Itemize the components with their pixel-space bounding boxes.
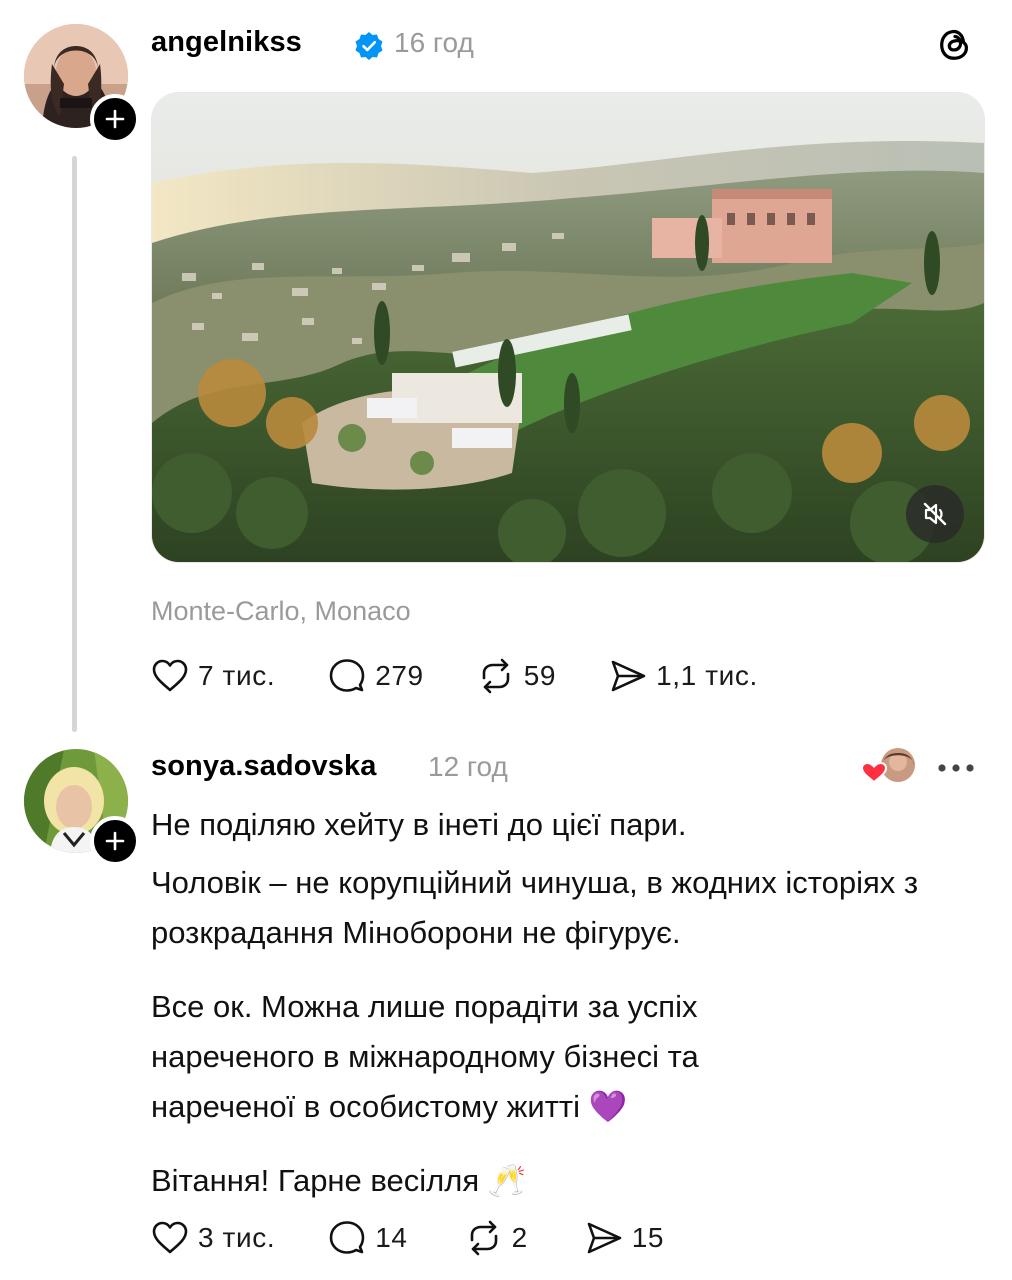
reply-button[interactable]: 14 xyxy=(327,1218,407,1258)
send-icon xyxy=(587,1222,622,1254)
liked-by-author-icon[interactable] xyxy=(860,746,918,786)
share-count: 15 xyxy=(631,1222,665,1253)
post-paragraph: Все ок. Можна лише порадіти за успіх нар… xyxy=(151,989,699,1124)
repost-button[interactable]: 2 xyxy=(464,1218,528,1258)
post-actions: 3 тис. 14 2 15 xyxy=(150,1218,664,1258)
post-paragraph: Вітання! Гарне весілля 🥂 xyxy=(151,1163,527,1198)
reply-count: 14 xyxy=(375,1222,408,1253)
reply-post: sonya.sadovska 12 год Не поділяю хейту в… xyxy=(0,0,1012,1280)
share-button[interactable]: 15 xyxy=(584,1218,664,1258)
like-button[interactable]: 3 тис. xyxy=(150,1218,275,1258)
follow-button[interactable] xyxy=(90,816,140,866)
like-count: 3 тис. xyxy=(198,1222,276,1253)
ellipsis-icon[interactable] xyxy=(936,762,976,774)
speech-bubble-icon xyxy=(329,1221,365,1254)
post-paragraph: Не поділяю хейту в інеті до цієї пари. xyxy=(151,807,687,842)
plus-icon xyxy=(105,831,125,851)
repost-arrows-icon xyxy=(470,1220,497,1256)
post-text: Не поділяю хейту в інеті до цієї пари. Ч… xyxy=(151,800,951,1206)
post-username[interactable]: sonya.sadovska xyxy=(151,750,376,783)
heart-icon xyxy=(152,1221,188,1254)
post-timestamp: 12 год xyxy=(428,751,508,782)
post-paragraph: Чоловік – не корупційний чинуша, в жодни… xyxy=(151,865,919,950)
repost-count: 2 xyxy=(511,1222,528,1253)
